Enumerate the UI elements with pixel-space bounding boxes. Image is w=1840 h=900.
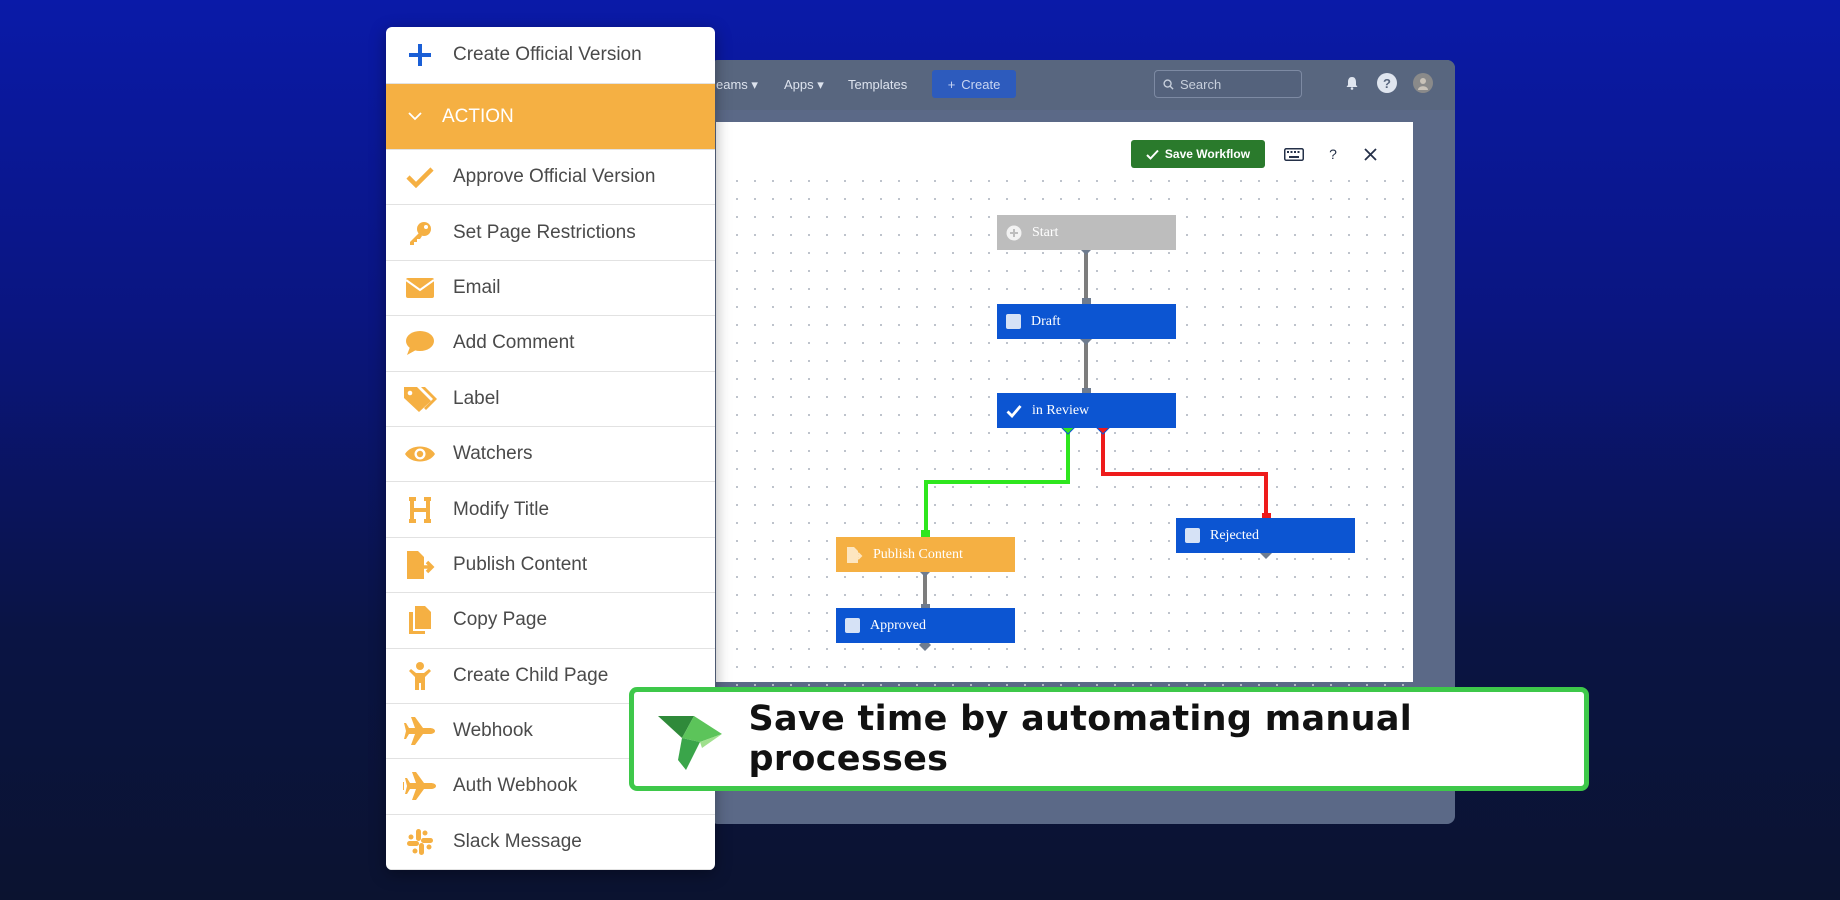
- action-item-label: Email: [453, 276, 501, 298]
- action-section-header[interactable]: ACTION: [386, 84, 715, 150]
- banner-headline: Save time by automating manual processes: [748, 699, 1413, 779]
- workflow-node-in-review[interactable]: in Review: [997, 393, 1176, 428]
- child-icon: [386, 661, 453, 691]
- action-item-label: Set Page Restrictions: [453, 221, 636, 243]
- action-item-label: Copy Page: [453, 609, 548, 631]
- action-item-approve-official-version[interactable]: Approve Official Version: [386, 150, 715, 206]
- state-checkbox-icon: [845, 618, 860, 633]
- action-item-add-comment[interactable]: Add Comment: [386, 316, 715, 372]
- plane-arrival-icon: [386, 772, 453, 801]
- file-export-icon: [386, 550, 453, 580]
- search-input[interactable]: Search: [1154, 70, 1302, 98]
- workflow-node-draft[interactable]: Draft: [997, 304, 1176, 339]
- plane-icon: [386, 717, 453, 746]
- slack-icon: [386, 828, 453, 856]
- action-item-modify-title[interactable]: Modify Title: [386, 482, 715, 538]
- action-item-label[interactable]: Label: [386, 372, 715, 427]
- workflow-node-publish-content[interactable]: Publish Content: [836, 537, 1015, 572]
- action-item-label: Create Child Page: [453, 664, 609, 686]
- action-item-set-page-restrictions[interactable]: Set Page Restrictions: [386, 205, 715, 261]
- check-icon: [386, 166, 453, 189]
- action-item-label: Modify Title: [453, 498, 550, 520]
- plus-icon: +: [947, 76, 956, 92]
- nav-apps[interactable]: Apps ▾: [784, 77, 824, 93]
- top-navigation-bar: eams ▾ Apps ▾ Templates + Create Search …: [710, 60, 1455, 110]
- promo-banner: Save time by automating manual processes: [629, 687, 1589, 791]
- eye-icon: [386, 443, 453, 465]
- action-item-email[interactable]: Email: [386, 261, 715, 317]
- state-checkbox-icon: [1185, 528, 1200, 543]
- action-item-label: Auth Webhook: [453, 775, 578, 797]
- state-checkbox-icon: [1006, 314, 1021, 329]
- action-item-label: Label: [453, 387, 500, 409]
- workflow-node-start[interactable]: Start: [997, 215, 1176, 250]
- workflow-editor-modal: Save Workflow ? Start Draft in Review Pu…: [716, 122, 1413, 692]
- action-item-publish-content[interactable]: Publish Content: [386, 538, 715, 594]
- help-icon[interactable]: ?: [1377, 73, 1397, 93]
- avatar[interactable]: [1413, 73, 1433, 93]
- action-item-copy-page[interactable]: Copy Page: [386, 593, 715, 649]
- connector-approve-path: [924, 430, 1070, 534]
- connector-reject-path: [1101, 430, 1268, 517]
- action-item-label: Slack Message: [453, 830, 582, 852]
- key-icon: [386, 219, 453, 247]
- workflow-node-rejected[interactable]: Rejected: [1176, 518, 1355, 553]
- action-item-label: Publish Content: [453, 553, 588, 575]
- action-item-slack-message[interactable]: Slack Message: [386, 815, 715, 870]
- notifications-bell-icon[interactable]: [1342, 73, 1362, 93]
- copy-icon: [386, 605, 453, 635]
- create-button[interactable]: + Create: [932, 70, 1016, 98]
- file-export-icon: [847, 546, 863, 563]
- create-official-version-item[interactable]: Create Official Version: [386, 27, 715, 84]
- comment-icon: [386, 330, 453, 356]
- heading-icon: [386, 496, 453, 523]
- workflow-node-approved[interactable]: Approved: [836, 608, 1015, 643]
- chevron-down-icon: [408, 112, 422, 121]
- nav-templates[interactable]: Templates: [848, 77, 907, 92]
- envelope-icon: [386, 277, 453, 299]
- tags-icon: [386, 385, 453, 413]
- action-item-watchers[interactable]: Watchers: [386, 427, 715, 483]
- action-item-label: Approve Official Version: [453, 166, 656, 188]
- action-item-label: Webhook: [453, 720, 533, 742]
- brand-logo-icon: [634, 704, 748, 774]
- plus-icon: [386, 42, 453, 68]
- nav-teams[interactable]: eams ▾: [716, 77, 758, 93]
- action-item-label: Add Comment: [453, 332, 575, 354]
- plus-circle-icon: [1006, 225, 1022, 240]
- search-icon: [1163, 78, 1174, 90]
- action-item-label: Watchers: [453, 443, 533, 465]
- check-icon: [1006, 404, 1022, 418]
